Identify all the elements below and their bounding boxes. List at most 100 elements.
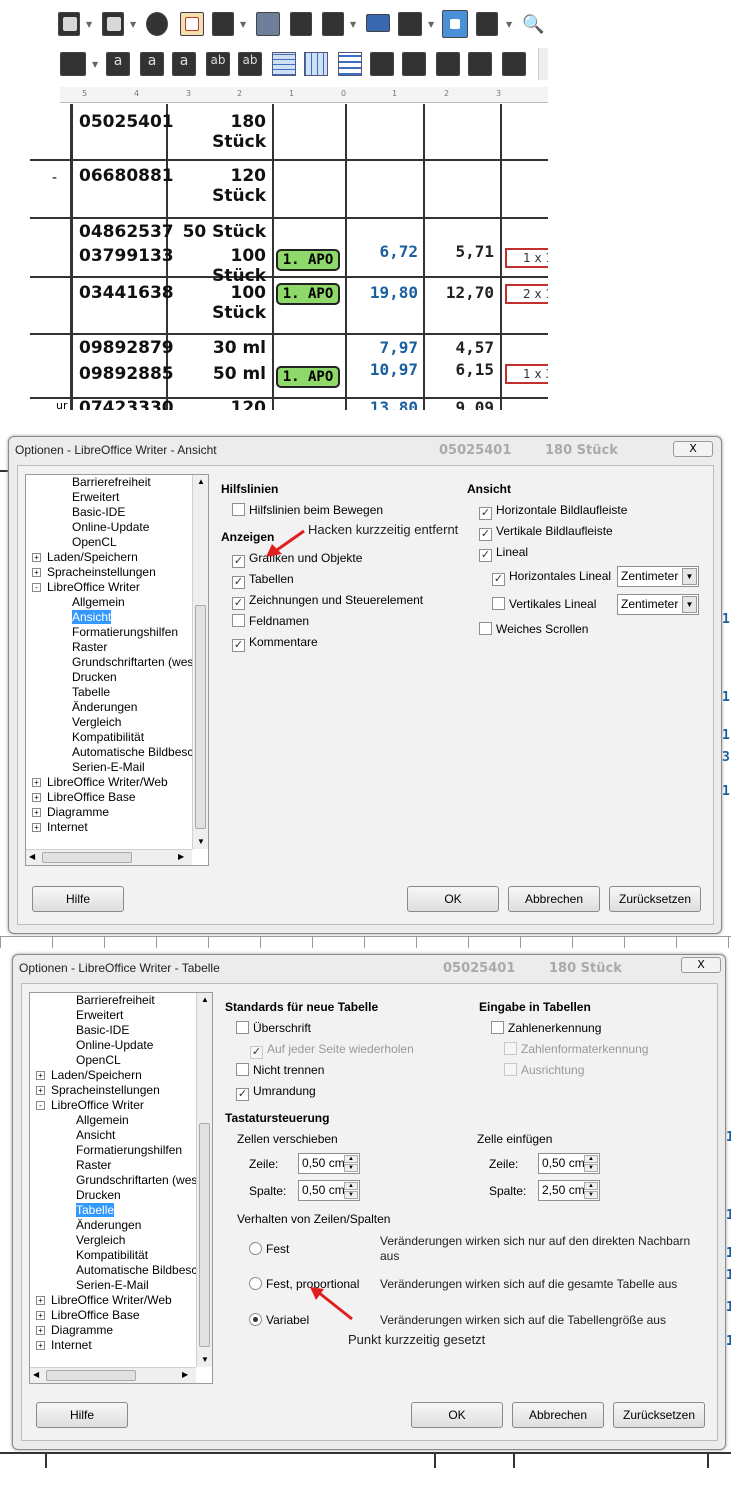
text-box-icon[interactable] xyxy=(180,12,204,36)
tree-item[interactable]: + Laden/Speichern xyxy=(26,550,138,565)
checkbox-box[interactable] xyxy=(232,503,245,516)
help-button[interactable]: Hilfe xyxy=(32,886,124,912)
radio-fest[interactable]: Fest xyxy=(249,1242,289,1257)
overline-icon[interactable]: a xyxy=(140,52,164,76)
vertical-ruler-unit-select[interactable]: Zentimeter ▼ xyxy=(617,594,699,615)
checkbox-box[interactable]: ✓ xyxy=(232,576,245,589)
checkbox-box[interactable]: ✓ xyxy=(250,1046,263,1059)
shape-icon[interactable] xyxy=(476,12,498,36)
scroll-up-icon[interactable]: ▲ xyxy=(197,477,205,486)
expand-icon[interactable]: + xyxy=(36,1326,45,1336)
scroll-down-icon[interactable]: ▼ xyxy=(201,1355,209,1364)
merge-cells-icon[interactable] xyxy=(370,52,394,76)
tree-item[interactable]: Serien-E-Mail xyxy=(30,1278,149,1293)
scroll-left-icon[interactable]: ◀ xyxy=(33,1370,39,1379)
tree-item[interactable]: Änderungen xyxy=(30,1218,141,1233)
tree-item[interactable]: Automatische Bildbesc xyxy=(30,1263,197,1278)
expand-icon[interactable]: + xyxy=(32,568,41,578)
checkbox-ausrichtung[interactable]: Ausrichtung xyxy=(504,1063,584,1078)
spin-up-icon[interactable]: ▲ xyxy=(584,1155,598,1163)
spin-down-icon[interactable]: ▼ xyxy=(344,1164,358,1172)
checkbox-box[interactable] xyxy=(479,622,492,635)
spin-up-icon[interactable]: ▲ xyxy=(344,1155,358,1163)
ok-button[interactable]: OK xyxy=(411,1402,503,1428)
tree-item[interactable]: Drucken xyxy=(30,1188,121,1203)
checkbox-box[interactable] xyxy=(236,1021,249,1034)
insert-special-icon[interactable] xyxy=(146,12,168,36)
checkbox-zeichnungen[interactable]: ✓ Zeichnungen und Steuerelement xyxy=(232,593,423,610)
checkbox-kommentare[interactable]: ✓ Kommentare xyxy=(232,635,318,652)
tree-item[interactable]: Vergleich xyxy=(30,1233,125,1248)
close-button[interactable]: X xyxy=(673,441,713,457)
tree-item[interactable]: OpenCL xyxy=(26,535,117,550)
checkbox-weiches-scrollen[interactable]: Weiches Scrollen xyxy=(479,622,588,637)
expand-icon[interactable]: + xyxy=(32,808,41,818)
checkbox-box[interactable]: ✓ xyxy=(479,549,492,562)
collapse-icon[interactable]: - xyxy=(32,583,41,593)
expand-icon[interactable]: + xyxy=(32,778,41,788)
zoom-fit-icon[interactable] xyxy=(442,10,468,38)
checkbox-zahlenerkennung[interactable]: Zahlenerkennung xyxy=(491,1021,601,1036)
expand-icon[interactable]: + xyxy=(36,1311,45,1321)
scroll-up-icon[interactable]: ▲ xyxy=(201,995,209,1004)
expand-icon[interactable]: + xyxy=(32,553,41,563)
tree-item[interactable]: Basic-IDE xyxy=(30,1023,129,1038)
tree-item[interactable]: + Diagramme xyxy=(26,805,109,820)
table-grid-icon[interactable] xyxy=(398,12,422,36)
tree-item[interactable]: Serien-E-Mail xyxy=(26,760,145,775)
insert-rows-icon[interactable] xyxy=(468,52,492,76)
tree-item[interactable]: + Spracheinstellungen xyxy=(26,565,156,580)
help-button[interactable]: Hilfe xyxy=(36,1402,128,1428)
chevron-down-icon[interactable]: ▼ xyxy=(682,568,697,585)
checkbox-box[interactable]: ✓ xyxy=(492,573,505,586)
radio-circle[interactable] xyxy=(249,1277,262,1290)
display-icon[interactable] xyxy=(366,14,390,32)
scroll-thumb[interactable] xyxy=(199,1123,210,1347)
expand-icon[interactable]: + xyxy=(36,1086,45,1096)
chevron-down-icon[interactable]: ▼ xyxy=(86,20,92,29)
table-borders-icon[interactable] xyxy=(272,52,296,76)
checkbox-box[interactable] xyxy=(232,614,245,627)
verschieben-spalte-spinner[interactable]: 0,50 cm ▲ ▼ xyxy=(298,1180,360,1201)
reset-button[interactable]: Zurücksetzen xyxy=(609,886,701,912)
field-icon[interactable] xyxy=(102,12,124,36)
scroll-down-icon[interactable]: ▼ xyxy=(197,837,205,846)
optimize-icon[interactable] xyxy=(436,52,460,76)
tree-item[interactable]: Automatische Bildbesc xyxy=(26,745,193,760)
tree-item[interactable]: Allgemein xyxy=(26,595,125,610)
tree-item[interactable]: Änderungen xyxy=(26,700,137,715)
table-row-icon[interactable] xyxy=(338,52,362,76)
tree-item[interactable]: + LibreOffice Writer/Web xyxy=(26,775,168,790)
scroll-left-icon[interactable]: ◀ xyxy=(29,852,35,861)
radio-circle[interactable] xyxy=(249,1313,262,1326)
expand-icon[interactable]: + xyxy=(32,793,41,803)
checkbox-hilfslinien[interactable]: Hilfslinien beim Bewegen xyxy=(232,503,383,518)
scroll-thumb[interactable] xyxy=(195,605,206,829)
tree-item[interactable]: + LibreOffice Base xyxy=(30,1308,140,1323)
tree-item[interactable]: Online-Update xyxy=(26,520,149,535)
tree-item[interactable]: Basic-IDE xyxy=(26,505,125,520)
zoom-icon[interactable]: 🔍 xyxy=(522,14,544,35)
scroll-thumb[interactable] xyxy=(46,1370,136,1381)
tree-item[interactable]: - LibreOffice Writer xyxy=(26,580,140,595)
table-icon[interactable] xyxy=(60,52,86,76)
scroll-right-icon[interactable]: ▶ xyxy=(178,852,184,861)
chevron-down-icon[interactable]: ▼ xyxy=(506,20,512,29)
verschieben-zeile-spinner[interactable]: 0,50 cm ▲ ▼ xyxy=(298,1153,360,1174)
tree-item[interactable]: - LibreOffice Writer xyxy=(30,1098,144,1113)
checkbox-auf-jeder-seite[interactable]: ✓ Auf jeder Seite wiederholen xyxy=(250,1042,414,1059)
expand-icon[interactable]: + xyxy=(36,1341,45,1351)
checkbox-vertikales-lineal[interactable]: Vertikales Lineal xyxy=(492,597,596,612)
tree-item[interactable]: + Internet xyxy=(30,1338,92,1353)
table-col-icon[interactable] xyxy=(304,52,328,76)
checkbox-box[interactable]: ✓ xyxy=(236,1088,249,1101)
spin-up-icon[interactable]: ▲ xyxy=(344,1182,358,1190)
horizontal-ruler-unit-select[interactable]: Zentimeter ▼ xyxy=(617,566,699,587)
insert-table-icon[interactable] xyxy=(322,12,344,36)
tree-item[interactable]: + Laden/Speichern xyxy=(30,1068,142,1083)
tree-item[interactable]: Kompatibilität xyxy=(26,730,144,745)
ok-button[interactable]: OK xyxy=(407,886,499,912)
checkbox-box[interactable] xyxy=(492,597,505,610)
cancel-button[interactable]: Abbrechen xyxy=(508,886,600,912)
tree-item[interactable]: Barrierefreiheit xyxy=(30,993,155,1008)
